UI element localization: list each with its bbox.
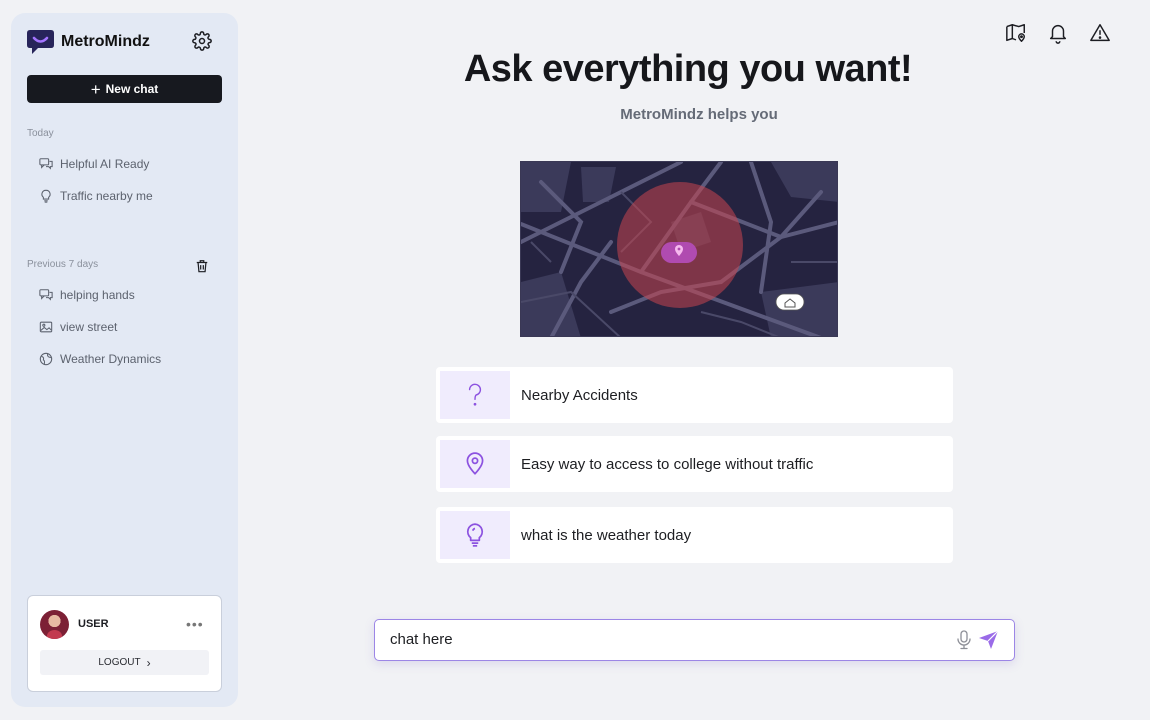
chat-bar xyxy=(374,619,1015,661)
question-icon xyxy=(468,383,482,406)
sidebar-item-label: Weather Dynamics xyxy=(60,352,162,366)
user-name: USER xyxy=(78,618,109,630)
logout-label: LOGOUT xyxy=(98,657,141,668)
suggestion-icon-box xyxy=(440,440,510,488)
suggestion-card[interactable]: what is the weather today xyxy=(436,507,953,563)
sidebar-item-weather-dynamics[interactable]: Weather Dynamics xyxy=(39,350,161,368)
location-pin-icon xyxy=(466,452,484,475)
page-title: Ask everything you want! xyxy=(463,48,913,90)
suggestion-label: what is the weather today xyxy=(521,527,692,544)
chevron-right-icon: › xyxy=(146,655,151,670)
lightbulb-icon xyxy=(466,523,484,547)
chat-bubbles-icon xyxy=(39,158,53,170)
section-label-today: Today xyxy=(27,128,54,139)
sidebar-item-label: helping hands xyxy=(60,288,135,302)
map-graphic xyxy=(521,162,837,336)
suggestion-icon-box xyxy=(440,371,510,419)
sidebar-item-traffic-nearby-me[interactable]: Traffic nearby me xyxy=(39,187,153,205)
sidebar-item-view-street[interactable]: view street xyxy=(39,318,117,336)
warning-icon[interactable] xyxy=(1089,22,1111,44)
traffic-map[interactable] xyxy=(520,161,838,337)
chat-input[interactable] xyxy=(390,631,930,648)
section-label-previous-7-days: Previous 7 days xyxy=(27,259,99,270)
sidebar-item-helping-hands[interactable]: helping hands xyxy=(39,286,135,304)
sidebar-item-label: Traffic nearby me xyxy=(60,189,153,203)
suggestion-card[interactable]: Nearby Accidents xyxy=(436,367,953,423)
suggestion-label: Nearby Accidents xyxy=(521,387,638,404)
send-icon[interactable] xyxy=(978,630,999,650)
suggestion-icon-box xyxy=(440,511,510,559)
page-subtitle: MetroMindz helps you xyxy=(620,106,778,123)
bell-icon[interactable] xyxy=(1047,22,1069,44)
globe-icon xyxy=(39,352,53,366)
microphone-icon[interactable] xyxy=(955,630,973,650)
lightbulb-icon xyxy=(41,189,51,203)
sidebar-item-label: view street xyxy=(60,320,118,334)
logout-button[interactable]: LOGOUT › xyxy=(40,650,209,675)
map-pin-icon[interactable] xyxy=(1005,22,1027,44)
location-marker-icon[interactable] xyxy=(661,242,697,263)
home-marker-icon[interactable] xyxy=(775,293,805,311)
suggestion-card[interactable]: Easy way to access to college without tr… xyxy=(436,436,953,492)
sidebar-item-helpful-ai-ready[interactable]: Helpful AI Ready xyxy=(39,155,149,173)
trash-icon[interactable] xyxy=(195,259,209,273)
sidebar-item-label: Helpful AI Ready xyxy=(60,157,150,171)
image-icon xyxy=(39,321,53,333)
more-options-icon[interactable]: ••• xyxy=(186,616,204,632)
suggestion-label: Easy way to access to college without tr… xyxy=(521,456,814,473)
user-card: USER ••• LOGOUT › xyxy=(27,595,222,692)
avatar[interactable] xyxy=(40,610,69,639)
chat-bubbles-icon xyxy=(39,289,53,301)
